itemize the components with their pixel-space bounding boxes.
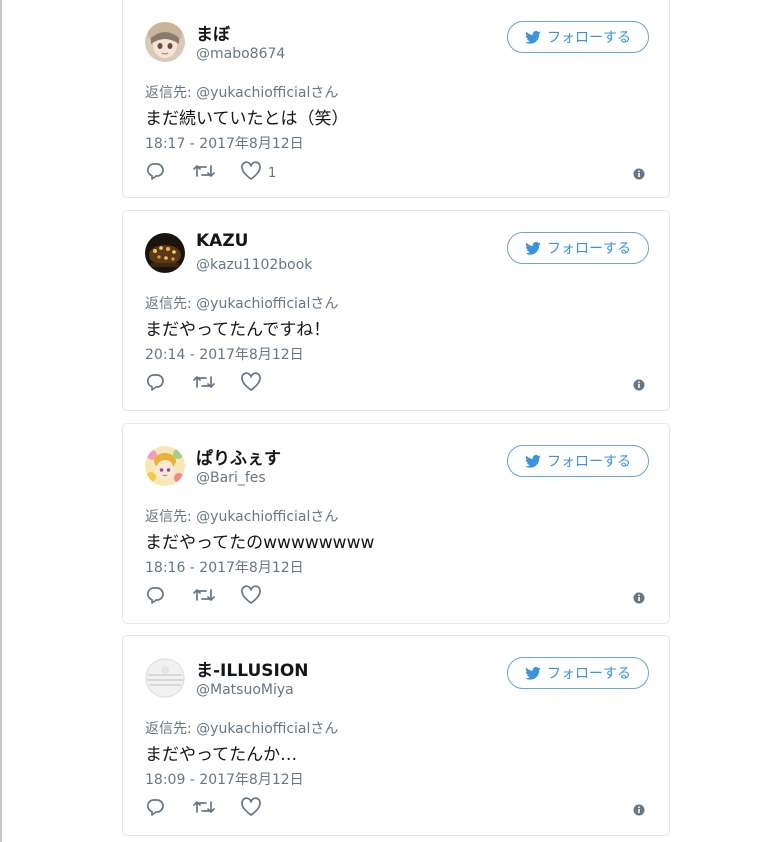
- like-button[interactable]: [240, 797, 262, 821]
- reply-to-label[interactable]: 返信先: @yukachiofficialさん: [145, 506, 338, 526]
- retweet-button[interactable]: [192, 797, 216, 821]
- retweet-button[interactable]: [192, 585, 216, 609]
- info-icon[interactable]: [633, 376, 645, 395]
- twitter-bird-icon: [525, 241, 541, 255]
- heart-icon: [240, 585, 262, 609]
- tweet-timestamp[interactable]: 18:16 - 2017年8月12日: [145, 557, 304, 577]
- tweet-text: まだ続いていたとは（笑）: [145, 109, 349, 129]
- retweet-icon: [192, 161, 216, 185]
- reply-to-label[interactable]: 返信先: @yukachiofficialさん: [145, 82, 338, 102]
- info-icon[interactable]: [633, 801, 645, 820]
- anime-girl-avatar[interactable]: [145, 22, 185, 62]
- twitter-bird-icon: [525, 454, 541, 468]
- tweet-card: KAZU @kazu1102book フォローする 返信先: @yukachio…: [122, 210, 670, 411]
- username-handle[interactable]: @Bari_fes: [196, 470, 266, 486]
- username-handle[interactable]: @MatsuoMiya: [196, 682, 294, 698]
- retweet-button[interactable]: [192, 161, 216, 185]
- tweet-actions: 1: [145, 161, 649, 185]
- night-lights-avatar[interactable]: [145, 233, 185, 273]
- display-name[interactable]: ぱりふぇす: [196, 444, 281, 469]
- page-left-border: [0, 0, 2, 842]
- reply-button[interactable]: [145, 585, 165, 609]
- twitter-bird-icon: [525, 666, 541, 680]
- follow-label: フォローする: [547, 666, 631, 682]
- tweet-actions: [145, 372, 649, 396]
- tweet-text: まだやってたのwwwwwwww: [145, 533, 375, 553]
- display-name[interactable]: まぼ: [196, 20, 230, 45]
- reply-icon: [145, 372, 165, 396]
- display-name[interactable]: ま-ILLUSION: [196, 656, 309, 681]
- like-count: 1: [268, 165, 277, 181]
- retweet-icon: [192, 585, 216, 609]
- default-egg-avatar[interactable]: [145, 658, 185, 698]
- tweet-timestamp[interactable]: 18:17 - 2017年8月12日: [145, 133, 304, 153]
- follow-label: フォローする: [547, 241, 631, 257]
- tweet-actions: [145, 797, 649, 821]
- reply-to-label[interactable]: 返信先: @yukachiofficialさん: [145, 718, 338, 738]
- display-name[interactable]: KAZU: [196, 231, 248, 251]
- heart-icon: [240, 797, 262, 821]
- tweet-text: まだやってたんですね！: [145, 320, 331, 340]
- retweet-button[interactable]: [192, 372, 216, 396]
- reply-icon: [145, 161, 165, 185]
- info-icon[interactable]: [633, 589, 645, 608]
- follow-label: フォローする: [547, 454, 631, 470]
- tweet-card: ま-ILLUSION @MatsuoMiya フォローする 返信先: @yuka…: [122, 635, 670, 836]
- like-button[interactable]: 1: [240, 161, 276, 185]
- heart-icon: [240, 372, 262, 396]
- tweet-text: まだやってたんか…: [145, 745, 298, 765]
- username-handle[interactable]: @kazu1102book: [196, 257, 312, 273]
- tweet-actions: [145, 585, 649, 609]
- heart-icon: [240, 161, 262, 185]
- tweet-timestamp[interactable]: 18:09 - 2017年8月12日: [145, 769, 304, 789]
- follow-button[interactable]: フォローする: [507, 445, 649, 477]
- reply-button[interactable]: [145, 161, 165, 185]
- username-handle[interactable]: @mabo8674: [196, 46, 285, 62]
- tweet-card: まぼ @mabo8674 フォローする 返信先: @yukachiofficia…: [122, 0, 670, 198]
- reply-button[interactable]: [145, 797, 165, 821]
- follow-button[interactable]: フォローする: [507, 232, 649, 264]
- tweet-timestamp[interactable]: 20:14 - 2017年8月12日: [145, 344, 304, 364]
- reply-to-label[interactable]: 返信先: @yukachiofficialさん: [145, 293, 338, 313]
- like-button[interactable]: [240, 372, 262, 396]
- reply-icon: [145, 585, 165, 609]
- retweet-icon: [192, 797, 216, 821]
- retweet-icon: [192, 372, 216, 396]
- tweet-card: ぱりふぇす @Bari_fes フォローする 返信先: @yukachioffi…: [122, 423, 670, 624]
- follow-button[interactable]: フォローする: [507, 657, 649, 689]
- reply-button[interactable]: [145, 372, 165, 396]
- flower-girl-avatar[interactable]: [145, 446, 185, 486]
- like-button[interactable]: [240, 585, 262, 609]
- twitter-bird-icon: [525, 30, 541, 44]
- reply-icon: [145, 797, 165, 821]
- follow-button[interactable]: フォローする: [507, 21, 649, 53]
- follow-label: フォローする: [547, 30, 631, 46]
- info-icon[interactable]: [633, 165, 645, 184]
